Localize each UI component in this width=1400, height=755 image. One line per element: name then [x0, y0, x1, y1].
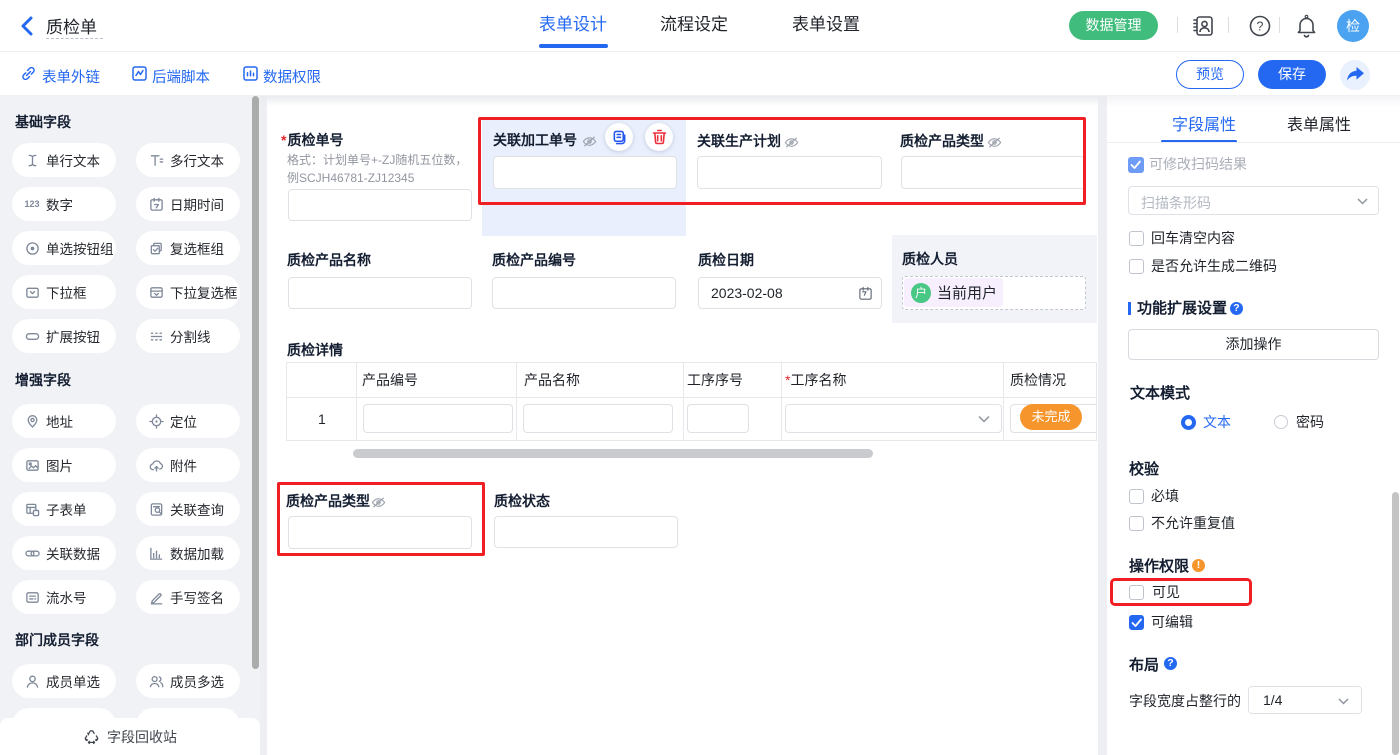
svg-text:?: ?	[1257, 20, 1264, 34]
